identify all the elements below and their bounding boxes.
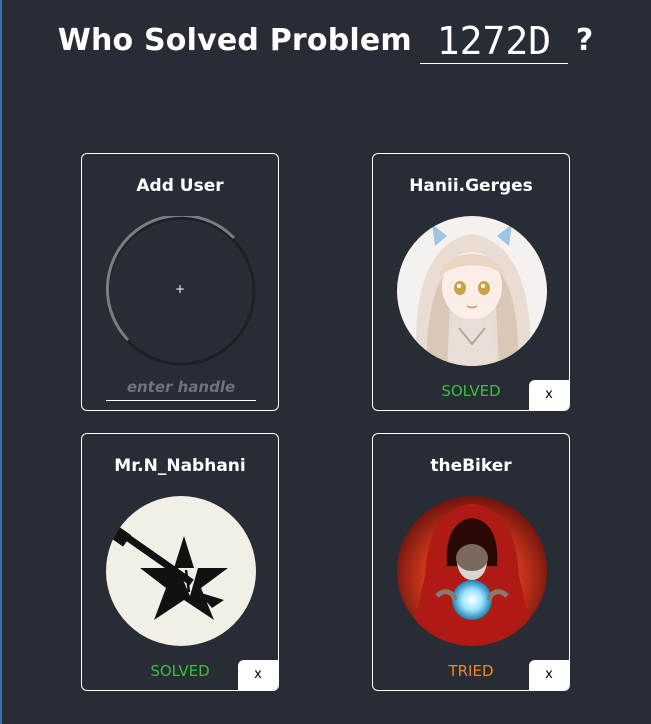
avatar: [397, 216, 547, 366]
user-card: Hanii.Gerges SOLVED x: [372, 153, 570, 411]
window-edge: [0, 0, 2, 724]
add-user-card: Add User +: [81, 153, 279, 411]
user-handle: Mr.N_Nabhani: [114, 456, 246, 476]
anime-girl-avatar-icon: [397, 216, 547, 366]
plus-icon: +: [174, 282, 186, 296]
handle-input[interactable]: [106, 374, 256, 401]
hooded-wizard-icon: [397, 496, 547, 646]
avatar: [397, 496, 547, 646]
user-card: Mr.N_Nabhani SOLVED x: [81, 433, 279, 691]
remove-user-button[interactable]: x: [529, 380, 569, 410]
remove-user-button[interactable]: x: [238, 660, 278, 690]
user-handle: Hanii.Gerges: [409, 176, 533, 196]
title-question-mark: ?: [575, 23, 594, 58]
page-title: Who Solved Problem: [57, 23, 412, 58]
star-sword-emblem-icon: [106, 496, 256, 646]
add-user-title: Add User: [136, 176, 224, 196]
user-handle: theBiker: [430, 456, 512, 476]
problem-id-input[interactable]: [419, 19, 568, 64]
remove-user-button[interactable]: x: [529, 660, 569, 690]
avatar: [106, 496, 256, 646]
user-card: theBiker TRIED x: [372, 433, 570, 691]
page: Who Solved Problem ? Add User + Hanii.Ge…: [0, 0, 651, 724]
page-header: Who Solved Problem ?: [0, 18, 651, 64]
